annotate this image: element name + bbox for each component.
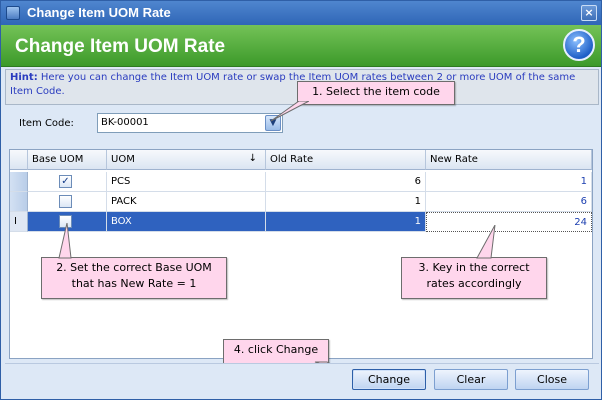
new-rate-cell[interactable]: 6 [426, 192, 592, 212]
uom-cell[interactable]: PACK [107, 192, 266, 212]
window-close-button[interactable]: × [581, 5, 597, 21]
table-row-selected[interactable]: I BOX 1 24 [10, 212, 592, 232]
callout-step2: 2. Set the correct Base UOM that has New… [41, 257, 227, 299]
table-row[interactable]: ✓ PCS 6 1 [10, 172, 592, 192]
base-uom-checkbox[interactable] [59, 195, 72, 208]
callout-step2-line1: 2. Set the correct Base UOM [56, 261, 212, 274]
base-uom-cell: ✓ [28, 172, 107, 192]
uom-cell[interactable]: BOX [107, 212, 266, 232]
new-rate-cell[interactable]: 1 [426, 172, 592, 192]
item-code-combobox[interactable]: BK-00001 ▼ [97, 113, 283, 133]
close-button[interactable]: Close [515, 369, 589, 390]
callout-step2-line2: that has New Rate = 1 [71, 277, 197, 290]
column-header-uom-label: UOM [111, 154, 135, 165]
column-header-uom[interactable]: UOM ↓ [107, 150, 266, 170]
callout-step1: 1. Select the item code [297, 81, 455, 105]
title-bar: Change Item UOM Rate × [1, 1, 601, 25]
app-icon [6, 6, 20, 20]
column-header-base-uom[interactable]: Base UOM [28, 150, 107, 170]
item-code-label: Item Code: [19, 118, 74, 129]
row-indicator-header [10, 150, 28, 170]
base-uom-cell [28, 192, 107, 212]
table-row[interactable]: PACK 1 6 [10, 192, 592, 212]
window-title: Change Item UOM Rate [27, 5, 171, 20]
dialog-window: Change Item UOM Rate × Change Item UOM R… [0, 0, 602, 400]
banner-title: Change Item UOM Rate [15, 36, 226, 57]
callout-step4-text: 4. click Change [233, 343, 319, 356]
sort-arrow-icon: ↓ [248, 153, 257, 164]
row-indicator[interactable] [10, 192, 28, 212]
row-indicator[interactable]: I [10, 212, 28, 232]
old-rate-cell: 1 [266, 212, 426, 232]
hint-label: Hint: [10, 72, 38, 83]
callout-step3-line1: 3. Key in the correct [418, 261, 530, 274]
row-indicator[interactable] [10, 172, 28, 192]
column-header-new-rate[interactable]: New Rate [426, 150, 592, 170]
hint-text: Here you can change the Item UOM rate or… [10, 72, 576, 97]
column-header-old-rate[interactable]: Old Rate [266, 150, 426, 170]
callout-step1-text: 1. Select the item code [312, 85, 440, 98]
button-bar [5, 363, 599, 397]
old-rate-cell: 1 [266, 192, 426, 212]
old-rate-cell: 6 [266, 172, 426, 192]
callout-step3: 3. Key in the correct rates accordingly [401, 257, 547, 299]
clear-button[interactable]: Clear [434, 369, 508, 390]
callout-step3-line2: rates accordingly [426, 277, 522, 290]
callout-step3-pointer [476, 225, 496, 259]
help-icon[interactable]: ? [563, 29, 595, 61]
change-button[interactable]: Change [352, 369, 426, 390]
new-rate-cell[interactable]: 24 [426, 212, 592, 232]
item-code-value: BK-00001 [101, 117, 149, 128]
callout-step1-pointer [270, 101, 309, 122]
uom-cell[interactable]: PCS [107, 172, 266, 192]
uom-rate-grid: Base UOM UOM ↓ Old Rate New Rate ✓ PCS 6… [9, 149, 593, 359]
callout-step2-pointer [58, 223, 72, 259]
header-banner: Change Item UOM Rate ? [1, 25, 601, 67]
base-uom-checkbox[interactable]: ✓ [59, 175, 72, 188]
